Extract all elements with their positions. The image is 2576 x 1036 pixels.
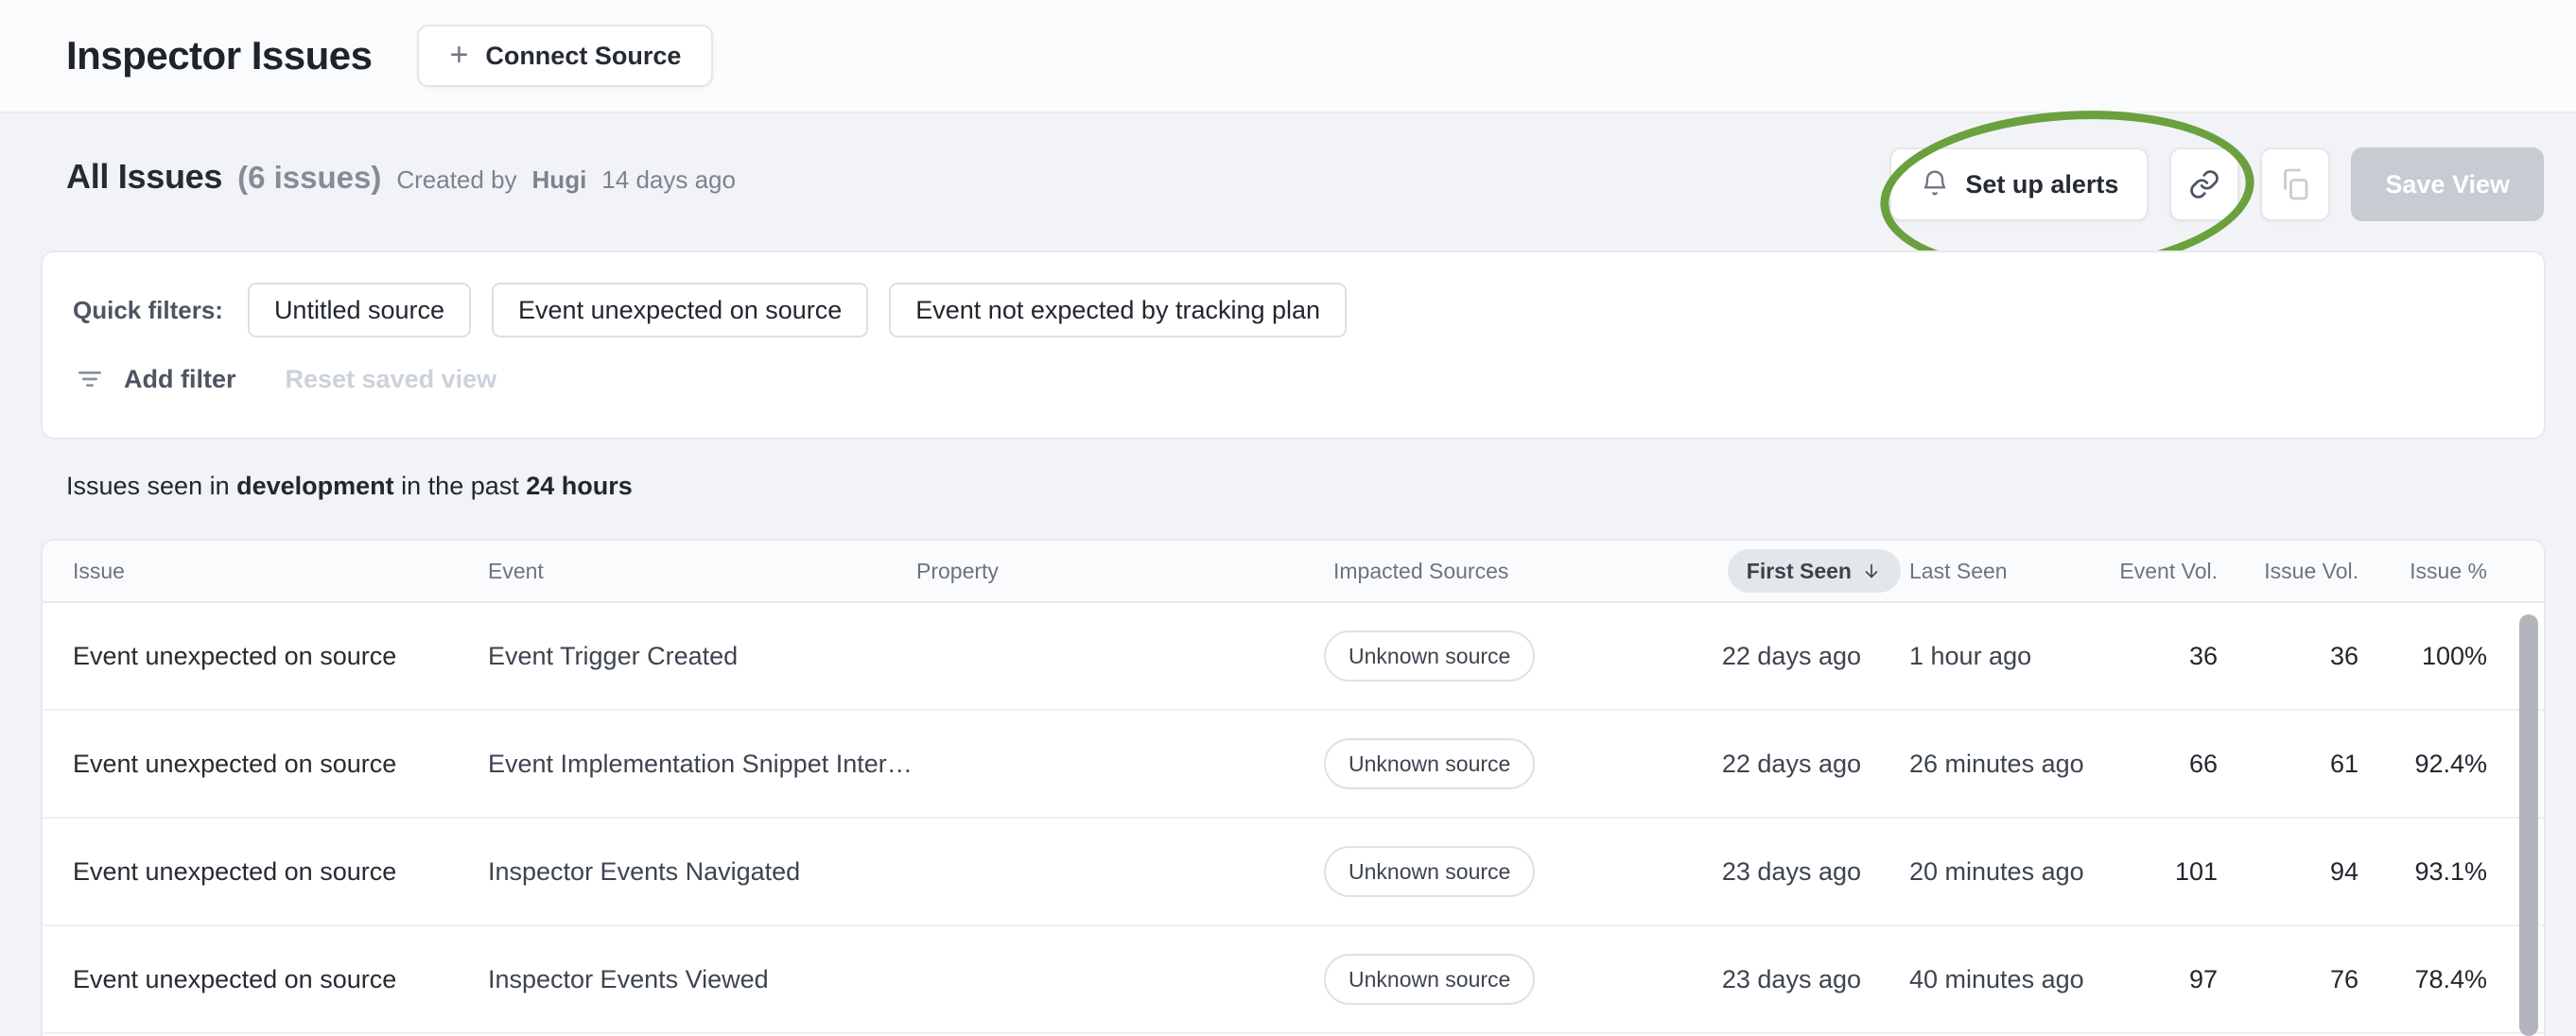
table-header-row: Issue Event Property Impacted Sources Fi… [43,541,2544,603]
column-header-issue[interactable]: Issue [73,559,488,584]
quick-filter-untitled-source[interactable]: Untitled source [247,283,472,337]
add-filter-label: Add filter [124,364,236,393]
connect-source-label: Connect Source [485,41,682,70]
first-seen-cell: 22 days ago [1721,641,1861,670]
copy-link-button[interactable] [2169,147,2240,221]
filter-panel: Quick filters: Untitled source Event une… [41,250,2546,440]
filter-icon [75,364,105,394]
issue-vol-cell: 36 [2329,641,2358,670]
impacted-source-badge: Unknown source [1324,630,1536,682]
column-header-property[interactable]: Property [916,559,1333,584]
event-vol-cell: 97 [2188,964,2218,993]
table-row[interactable]: Event unexpected on source Event Impleme… [43,711,2544,819]
set-up-alerts-label: Set up alerts [1965,169,2119,199]
column-header-event[interactable]: Event [488,559,916,584]
column-header-first-seen[interactable]: First Seen [1727,549,1901,593]
issue-pct-cell: 78.4% [2414,964,2487,993]
event-cell: Event Trigger Created [488,641,739,670]
copy-icon [2278,167,2312,201]
view-title-row: All Issues (6 issues) Created by Hugi 14… [66,157,736,197]
link-icon [2188,168,2220,200]
impacted-source-badge: Unknown source [1324,738,1536,789]
inspector-issues-page: Inspector Issues + Connect Source All Is… [0,0,2576,1036]
table-row[interactable]: Event unexpected on source Inspector Eve… [43,926,2544,1034]
issue-vol-cell: 94 [2329,856,2358,886]
issue-pct-cell: 92.4% [2414,749,2487,778]
scope-range: 24 hours [526,472,633,500]
issue-cell: Event unexpected on source [73,856,397,886]
issue-vol-cell: 76 [2329,964,2358,993]
quick-filter-event-unexpected[interactable]: Event unexpected on source [492,283,869,337]
set-up-alerts-button[interactable]: Set up alerts [1889,147,2150,221]
duplicate-view-button[interactable] [2260,147,2331,221]
event-vol-cell: 36 [2188,641,2218,670]
created-by-user: Hugi [531,165,587,194]
table-scrollbar[interactable] [2519,614,2538,1036]
scope-environment: development [236,472,394,500]
connect-source-button[interactable]: + Connect Source [417,25,714,87]
view-name: All Issues [66,157,223,196]
app-header: Inspector Issues + Connect Source [0,0,2576,113]
first-seen-label: First Seen [1746,558,1852,583]
issues-table: Issue Event Property Impacted Sources Fi… [41,539,2546,1036]
scope-line: Issues seen in development in the past 2… [66,472,633,501]
column-header-issue-pct[interactable]: Issue % [2410,559,2487,584]
last-seen-cell: 20 minutes ago [1909,856,2084,886]
issue-vol-cell: 61 [2329,749,2358,778]
first-seen-cell: 23 days ago [1721,964,1861,993]
scope-prefix: Issues seen in [66,472,237,500]
quick-filters-row: Quick filters: Untitled source Event une… [73,283,2544,337]
filter-actions-row: Add filter Reset saved view [75,364,2544,394]
event-cell: Event Implementation Snippet Inter… [488,749,913,778]
created-by-prefix: Created by [396,165,517,194]
issue-pct-cell: 93.1% [2414,856,2487,886]
scope-middle: in the past [393,472,527,500]
bell-icon [1920,169,1950,199]
event-vol-cell: 101 [2174,856,2218,886]
add-filter-button[interactable]: Add filter [75,364,236,394]
last-seen-cell: 40 minutes ago [1909,964,2084,993]
created-ago: 14 days ago [601,165,736,194]
arrow-down-icon [1861,561,1882,581]
impacted-source-badge: Unknown source [1324,846,1536,897]
column-header-last-seen[interactable]: Last Seen [1909,559,2089,584]
save-view-button[interactable]: Save View [2351,147,2544,221]
last-seen-cell: 26 minutes ago [1909,749,2084,778]
last-seen-cell: 1 hour ago [1909,641,2032,670]
issue-cell: Event unexpected on source [73,641,397,670]
issue-cell: Event unexpected on source [73,749,397,778]
table-row[interactable]: Event unexpected on source Event Trigger… [43,603,2544,711]
table-row[interactable]: Event unexpected on source Inspector Eve… [43,819,2544,926]
page-title: Inspector Issues [66,33,373,78]
reset-saved-view-button[interactable]: Reset saved view [286,365,497,394]
event-vol-cell: 66 [2188,749,2218,778]
first-seen-cell: 22 days ago [1721,749,1861,778]
event-cell: Inspector Events Navigated [488,856,801,886]
plus-icon: + [449,36,469,73]
save-view-label: Save View [2385,169,2510,199]
column-header-event-vol[interactable]: Event Vol. [2119,559,2218,584]
event-cell: Inspector Events Viewed [488,964,769,993]
issue-pct-cell: 100% [2421,641,2487,670]
column-header-impacted-sources[interactable]: Impacted Sources [1333,559,1720,584]
quick-filters-label: Quick filters: [73,295,223,324]
column-header-issue-vol[interactable]: Issue Vol. [2264,559,2358,584]
quick-filter-event-not-expected[interactable]: Event not expected by tracking plan [889,283,1348,337]
issue-cell: Event unexpected on source [73,964,397,993]
first-seen-cell: 23 days ago [1721,856,1861,886]
impacted-source-badge: Unknown source [1324,954,1536,1005]
view-controls: Set up alerts Save View [1889,147,2544,221]
issue-count: (6 issues) [237,160,382,195]
